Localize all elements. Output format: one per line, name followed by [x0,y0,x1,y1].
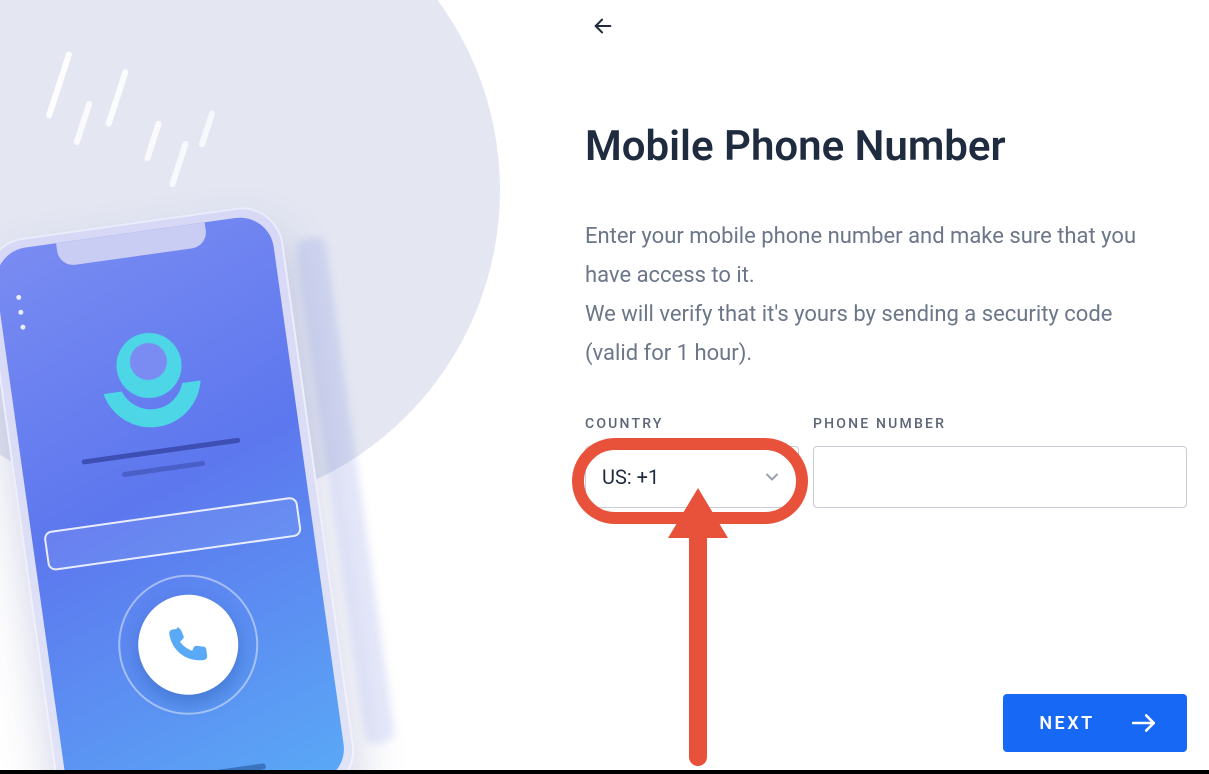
illustration-input [43,496,302,571]
illustration-phone-body [0,202,360,770]
chevron-down-icon [762,467,782,487]
description-line: We will verify that it's yours by sendin… [585,302,1112,366]
user-avatar-icon [94,321,207,434]
phone-icon [162,619,214,671]
call-button-icon [132,588,245,701]
country-label: COUNTRY [585,416,799,432]
illustration-divider [122,461,206,478]
illustration-divider [81,438,240,465]
page-description: Enter your mobile phone number and make … [585,217,1165,374]
arrow-right-icon [1131,713,1157,733]
back-button[interactable] [585,8,621,44]
arrow-left-icon [592,15,614,37]
status-dots [16,295,26,330]
description-line: Enter your mobile phone number and make … [585,224,1136,288]
country-select-value: US: +1 [602,465,659,489]
home-indicator [147,763,267,770]
country-select[interactable]: US: +1 [585,446,799,508]
next-button-label: NEXT [1039,713,1094,734]
phone-illustration [0,0,580,770]
page-title: Mobile Phone Number [585,122,1187,171]
next-button[interactable]: NEXT [1003,694,1187,752]
call-button-ring [109,566,267,724]
phone-number-input[interactable] [813,446,1187,508]
phone-notch [56,222,208,267]
phone-number-label: PHONE NUMBER [813,416,1187,432]
